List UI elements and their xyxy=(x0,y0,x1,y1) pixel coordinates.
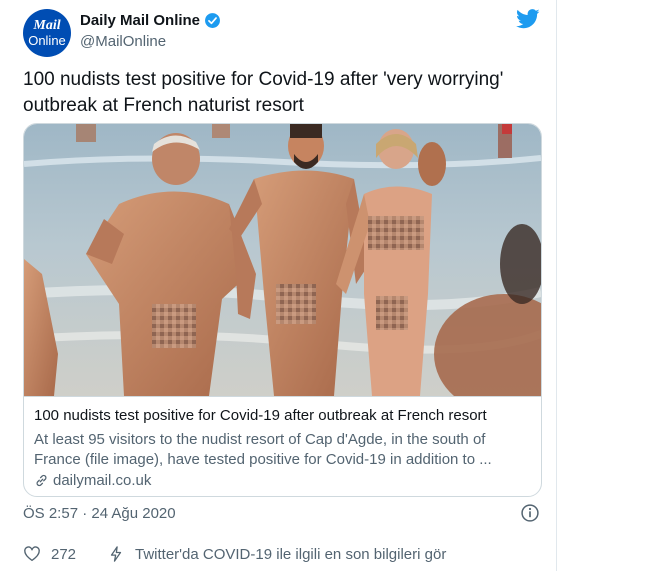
card-description: At least 95 visitors to the nudist resor… xyxy=(34,431,492,468)
tweet: Mail Online Daily Mail Online @MailOnlin… xyxy=(0,0,557,571)
tweet-text: 100 nudists test positive for Covid-19 a… xyxy=(23,69,504,116)
link-icon xyxy=(36,474,47,487)
tweet-actions: 272 Twitter'da COVID-19 ile ilgili en so… xyxy=(23,543,543,567)
covid-bolt-icon xyxy=(110,546,122,562)
author-name[interactable]: Daily Mail Online xyxy=(80,12,200,29)
verified-icon xyxy=(205,13,220,28)
covid-info-link[interactable]: Twitter'da COVID-19 ile ilgili en son bi… xyxy=(107,545,446,563)
card-title[interactable]: 100 nudists test positive for Covid-19 a… xyxy=(34,407,487,424)
link-card[interactable]: 100 nudists test positive for Covid-19 a… xyxy=(23,123,542,497)
author-name-row[interactable]: Daily Mail Online xyxy=(80,12,221,29)
card-image[interactable] xyxy=(24,124,541,396)
avatar[interactable]: Mail Online xyxy=(23,9,71,57)
info-icon[interactable] xyxy=(520,503,540,523)
like-button[interactable]: 272 xyxy=(23,545,76,563)
twitter-bird-icon[interactable] xyxy=(516,9,540,29)
avatar-line2: Online xyxy=(28,33,66,48)
covid-info-text[interactable]: Twitter'da COVID-19 ile ilgili en son bi… xyxy=(135,546,446,563)
author-handle[interactable]: @MailOnline xyxy=(80,33,166,50)
avatar-line1: Mail xyxy=(33,18,61,33)
tweet-timestamp[interactable]: ÖS 2:57 · 24 Ağu 2020 xyxy=(23,505,176,522)
card-domain[interactable]: dailymail.co.uk xyxy=(53,472,151,489)
card-body[interactable]: 100 nudists test positive for Covid-19 a… xyxy=(24,396,541,496)
heart-icon[interactable] xyxy=(23,545,41,563)
like-count: 272 xyxy=(51,545,77,563)
card-link-row[interactable]: dailymail.co.uk xyxy=(34,472,151,489)
